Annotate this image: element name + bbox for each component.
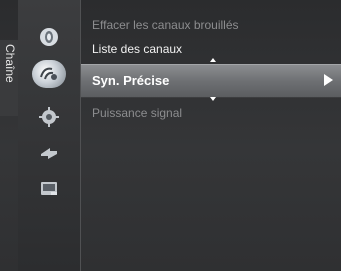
input-icon[interactable] (37, 142, 61, 164)
category-label: Chaîne (3, 44, 17, 83)
scroll-down-indicator (210, 97, 216, 101)
application-icon[interactable] (37, 178, 61, 200)
menu-item-liste-canaux[interactable]: Liste des canaux (92, 42, 182, 56)
menu-list: Effacer les canaux brouillés Liste des c… (81, 0, 341, 271)
menu-item-syn-precise[interactable]: Syn. Précise (81, 64, 341, 98)
scroll-up-indicator (210, 58, 216, 62)
selected-item-label: Syn. Précise (92, 73, 170, 88)
channel-icon[interactable] (32, 60, 66, 88)
submenu-arrow-icon (324, 74, 333, 86)
icon-column (18, 0, 81, 271)
tv-menu-screen: Chaîne Effacer les canaux brouillés List… (0, 0, 341, 271)
menu-item-puissance-signal[interactable]: Puissance signal (92, 106, 182, 120)
menu-item-effacer-canaux[interactable]: Effacer les canaux brouillés (92, 18, 239, 32)
settings-gear-icon[interactable] (37, 106, 61, 128)
picture-icon[interactable] (37, 26, 61, 48)
